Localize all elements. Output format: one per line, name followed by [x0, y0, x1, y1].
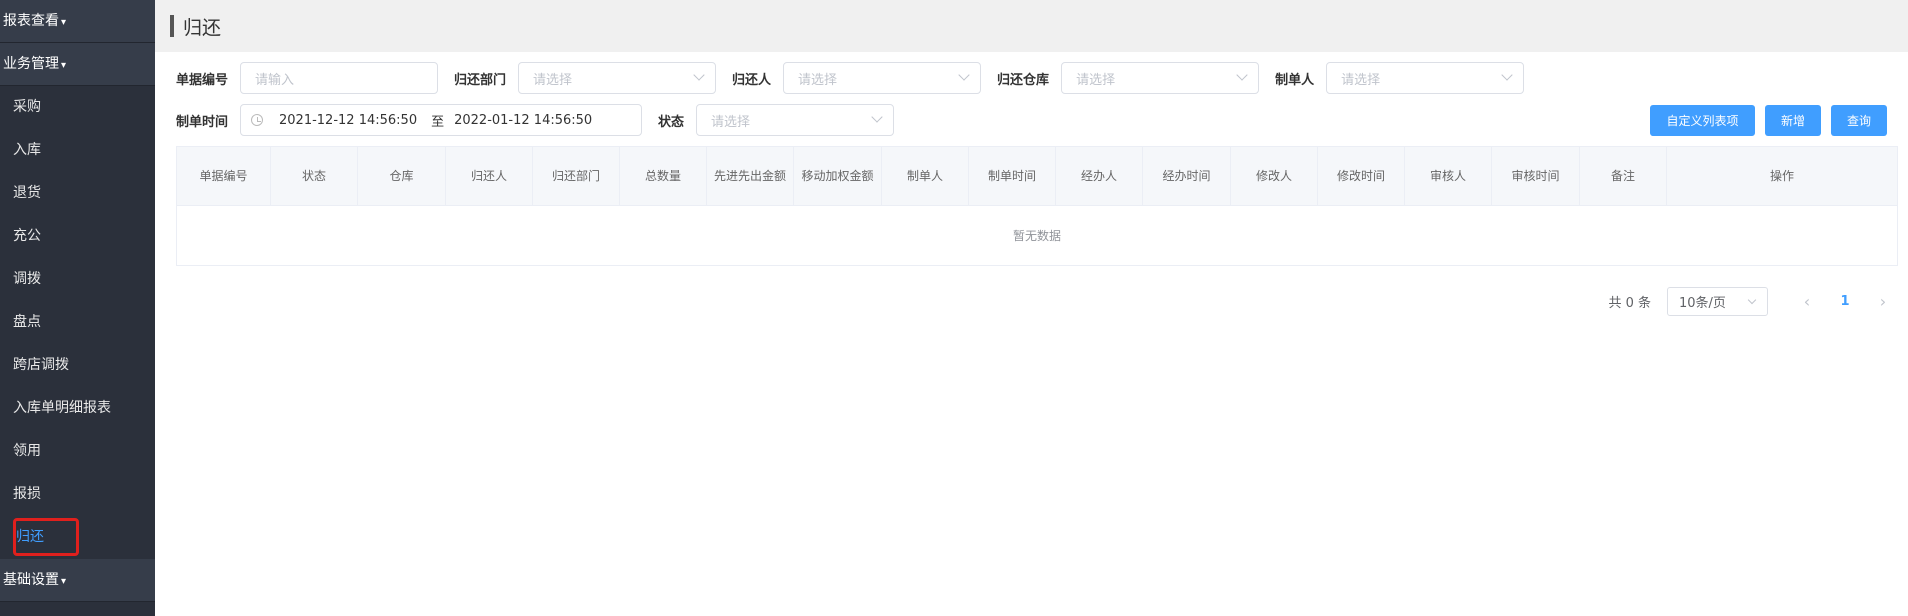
- title-bar-decoration: [170, 15, 174, 37]
- total-count: 共 0 条: [1608, 296, 1651, 311]
- page-title: 归还: [183, 16, 222, 39]
- filter-row-1: 单据编号 请输入 归还部门 请选择 归还人 请选择 归还仓库 请选择 制单人 请…: [176, 62, 1887, 94]
- data-table: 单据编号 状态 仓库 归还人 归还部门 总数量 先进先出金额 移动加权金额 制单…: [176, 146, 1898, 266]
- page-size-select[interactable]: 10条/页: [1667, 287, 1768, 316]
- main-content: 归还 单据编号 请输入 归还部门 请选择 归还人 请选择 归还仓库 请选择 制单…: [155, 0, 1908, 616]
- col-handle-time: 经办时间: [1143, 147, 1231, 205]
- caret-down-icon: ▾: [61, 60, 67, 71]
- returner-label: 归还人: [732, 72, 772, 88]
- sidebar-group-reports[interactable]: 报表查看 ▾: [0, 0, 155, 43]
- chevron-down-icon: [958, 69, 970, 81]
- action-buttons: 自定义列表项 新增 查询: [1640, 104, 1887, 136]
- clock-icon: [251, 114, 264, 126]
- prev-page-icon[interactable]: ‹: [1792, 292, 1822, 311]
- chevron-down-icon: [693, 69, 705, 81]
- create-time-start[interactable]: 2021-12-12 14:56:50: [279, 113, 417, 128]
- sidebar-item-damage[interactable]: 报损: [0, 473, 155, 516]
- chevron-down-icon: [1747, 295, 1757, 305]
- sidebar-item-return-goods[interactable]: 退货: [0, 172, 155, 215]
- creator-placeholder: 请选择: [1341, 72, 1381, 88]
- col-returner: 归还人: [446, 147, 533, 205]
- col-doc-no: 单据编号: [177, 147, 271, 205]
- app: 报表查看 ▾ 业务管理 ▾ 采购 入库 退货 充公 调拨 盘点 跨店调拨 入库单明细…: [0, 0, 1908, 616]
- pagination: 共 0 条 10条/页 ‹ 1 ›: [1608, 287, 1898, 316]
- col-handler: 经办人: [1056, 147, 1143, 205]
- creator-select[interactable]: 请选择: [1326, 62, 1525, 94]
- sidebar-item-transfer[interactable]: 调拨: [0, 258, 155, 301]
- filter-row-2: 制单时间 2021-12-12 14:56:50 至 2022-01-12 14…: [176, 104, 1887, 136]
- doc-no-input[interactable]: 请输入: [240, 62, 439, 94]
- dept-label: 归还部门: [454, 72, 507, 88]
- table-header: 单据编号 状态 仓库 归还人 归还部门 总数量 先进先出金额 移动加权金额 制单…: [177, 147, 1897, 206]
- sidebar-group-basic-settings[interactable]: 基础设置 ▾: [0, 559, 155, 602]
- sidebar-item-confiscate[interactable]: 充公: [0, 215, 155, 258]
- col-review-time: 审核时间: [1492, 147, 1580, 205]
- col-remark: 备注: [1580, 147, 1667, 205]
- add-button[interactable]: 新增: [1765, 104, 1821, 136]
- sidebar-item-inventory[interactable]: 盘点: [0, 301, 155, 344]
- col-status: 状态: [271, 147, 358, 205]
- page-size-value: 10条/页: [1679, 296, 1726, 311]
- custom-columns-button[interactable]: 自定义列表项: [1650, 104, 1755, 136]
- col-modifier: 修改人: [1231, 147, 1318, 205]
- chevron-down-icon: [1501, 69, 1513, 81]
- sidebar: 报表查看 ▾ 业务管理 ▾ 采购 入库 退货 充公 调拨 盘点 跨店调拨 入库单明细…: [0, 0, 155, 616]
- create-time-label: 制单时间: [176, 114, 229, 130]
- search-button[interactable]: 查询: [1831, 104, 1887, 136]
- col-modify-time: 修改时间: [1318, 147, 1405, 205]
- status-select[interactable]: 请选择: [696, 104, 895, 136]
- col-weighted-amount: 移动加权金额: [794, 147, 882, 205]
- col-reviewer: 审核人: [1405, 147, 1492, 205]
- sidebar-group-label: 基础设置: [3, 572, 59, 588]
- creator-label: 制单人: [1275, 72, 1315, 88]
- sidebar-item-purchase[interactable]: 采购: [0, 86, 155, 129]
- sidebar-active-wrapper: 归还: [0, 516, 155, 559]
- page-number[interactable]: 1: [1830, 294, 1860, 309]
- col-creator: 制单人: [882, 147, 969, 205]
- dept-select[interactable]: 请选择: [518, 62, 717, 94]
- dept-placeholder: 请选择: [533, 72, 573, 88]
- sidebar-item-stock-in-detail-report[interactable]: 入库单明细报表: [0, 387, 155, 430]
- warehouse-select[interactable]: 请选择: [1061, 62, 1260, 94]
- status-placeholder: 请选择: [711, 114, 751, 130]
- status-label: 状态: [658, 114, 685, 130]
- returner-select[interactable]: 请选择: [783, 62, 982, 94]
- sidebar-group-label: 报表查看: [3, 13, 59, 29]
- next-page-icon[interactable]: ›: [1868, 292, 1898, 311]
- page-header: 归还: [155, 0, 1908, 52]
- caret-down-icon: ▾: [61, 17, 67, 28]
- create-time-end[interactable]: 2022-01-12 14:56:50: [454, 113, 592, 128]
- highlight-box: [13, 518, 79, 556]
- sidebar-group-label: 业务管理: [3, 56, 59, 72]
- doc-no-placeholder: 请输入: [255, 72, 295, 88]
- sidebar-group-business[interactable]: 业务管理 ▾: [0, 43, 155, 86]
- col-fifo-amount: 先进先出金额: [707, 147, 794, 205]
- sidebar-item-cross-store-transfer[interactable]: 跨店调拨: [0, 344, 155, 387]
- caret-down-icon: ▾: [61, 576, 67, 587]
- col-actions: 操作: [1769, 169, 1794, 183]
- col-dept: 归还部门: [533, 147, 620, 205]
- col-warehouse: 仓库: [358, 147, 446, 205]
- returner-placeholder: 请选择: [798, 72, 838, 88]
- col-create-time: 制单时间: [969, 147, 1056, 205]
- filter-form: 单据编号 请输入 归还部门 请选择 归还人 请选择 归还仓库 请选择 制单人 请…: [155, 52, 1908, 136]
- col-total-qty: 总数量: [620, 147, 707, 205]
- sidebar-item-requisition[interactable]: 领用: [0, 430, 155, 473]
- sidebar-item-stock-in[interactable]: 入库: [0, 129, 155, 172]
- create-time-range-picker[interactable]: 2021-12-12 14:56:50 至 2022-01-12 14:56:5…: [240, 104, 643, 136]
- doc-no-label: 单据编号: [176, 72, 229, 88]
- warehouse-label: 归还仓库: [997, 72, 1050, 88]
- chevron-down-icon: [871, 111, 883, 123]
- range-separator: 至: [431, 114, 445, 130]
- empty-state: 暂无数据: [1012, 229, 1061, 243]
- chevron-down-icon: [1236, 69, 1248, 81]
- warehouse-placeholder: 请选择: [1076, 72, 1116, 88]
